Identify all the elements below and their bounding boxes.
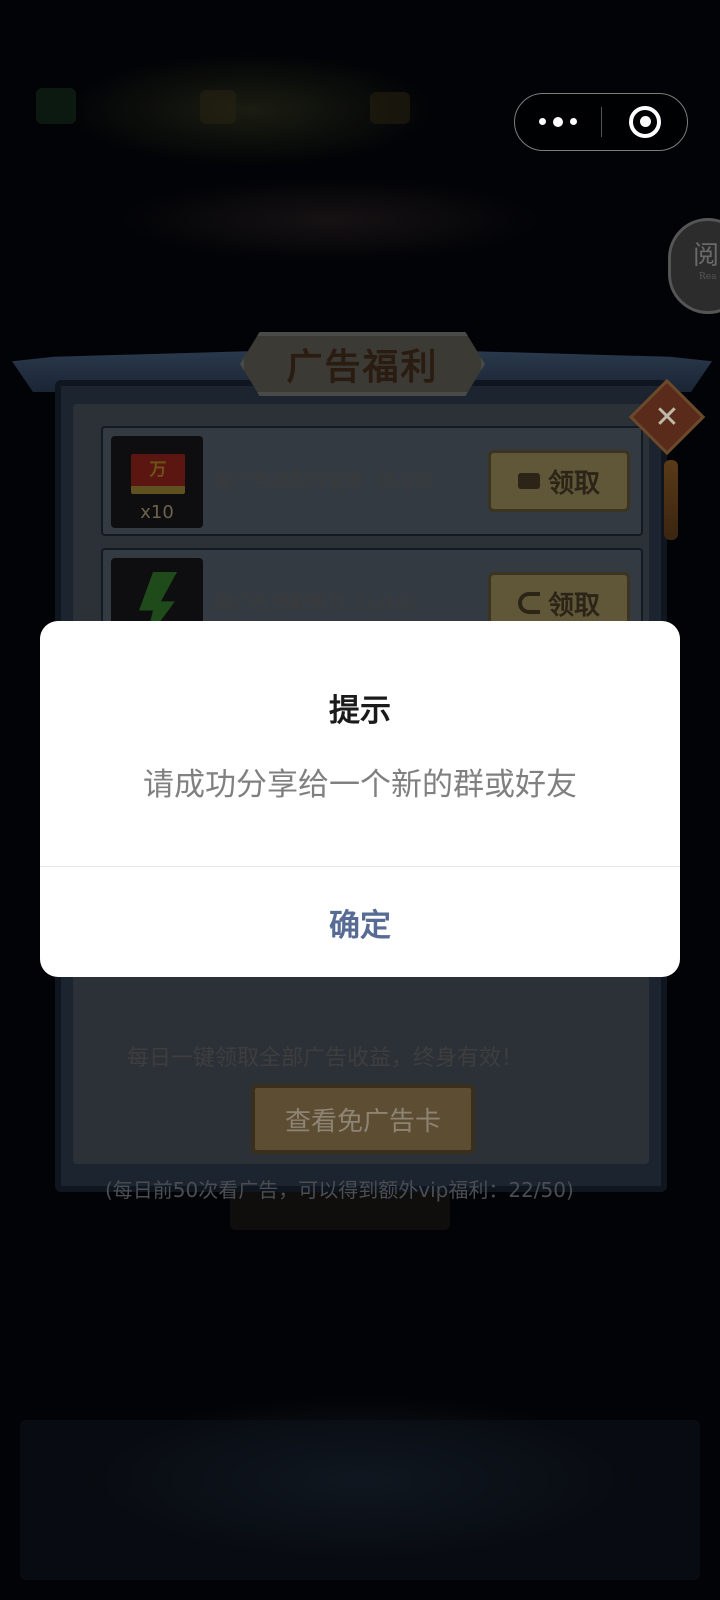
panel-title-plaque: 广告福利 [240,332,485,396]
game-hud-icon [36,88,76,124]
dialog-message: 请成功分享给一个新的群或好友 [143,767,577,803]
game-hud-icon [370,92,410,124]
claim-button[interactable]: 领取 [488,450,630,512]
task-label: 看广告领取万能券（4/20） [213,470,446,492]
panel-title: 广告福利 [286,346,439,388]
dialog-title: 提示 [329,693,391,729]
more-dots-icon[interactable] [515,94,601,149]
task-label: 看广告领取体力（1/10） [213,592,427,614]
task-row: 万 x10 看广告领取万能券（4/20） 领取 [101,426,643,536]
alert-dialog: 提示 请成功分享给一个新的群或好友 确定 [40,621,680,977]
vip-promo-text: 每日一键领取全部广告收益，终身有效！ [127,1046,524,1071]
claim-button-label: 领取 [547,468,600,499]
miniprogram-capsule [514,93,688,151]
close-icon: ✕ [654,399,680,435]
read-badge-sub: Rea [699,272,717,282]
free-ad-card-button[interactable]: 查看免广告卡 [251,1084,475,1154]
tassel-decoration [664,460,678,540]
voucher-icon: 万 x10 [111,436,203,528]
voucher-glyph: 万 [131,454,185,494]
close-target-icon[interactable] [602,94,688,149]
claim-button-label: 领取 [547,590,600,621]
share-icon [517,592,540,614]
reward-quantity: x10 [140,502,174,523]
vip-progress-note: (每日前50次看广告，可以得到额外vip福利：22/50) [105,1178,574,1202]
game-bottom-bar [20,1420,700,1580]
confirm-button[interactable]: 确定 [40,867,680,977]
game-hud-icon [200,90,236,124]
read-badge-char: 阅 [693,241,720,271]
video-icon [517,473,540,489]
